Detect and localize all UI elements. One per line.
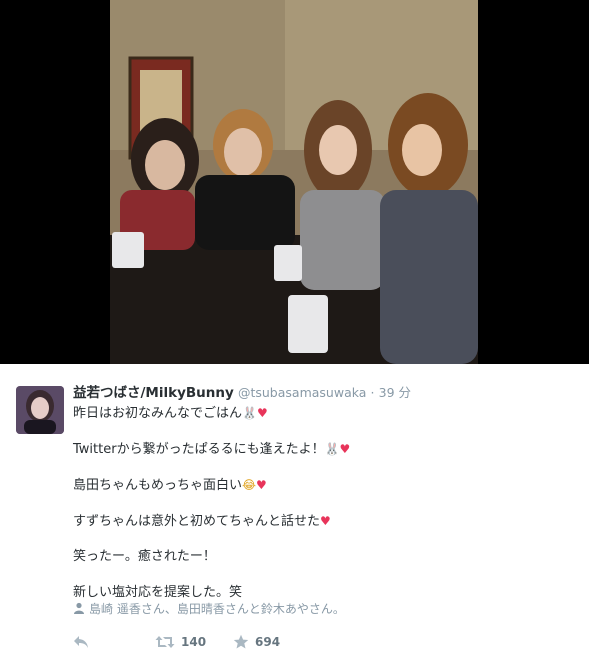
tagged-people[interactable]: 島崎 遥香さん、島田晴香さんと鈴木あやさん。 [73, 601, 345, 617]
display-name[interactable]: 益若つばさ/MilkyBunny [73, 385, 234, 401]
heart-icon: ♥ [256, 406, 268, 420]
tweet-line: 島田ちゃんもめっちゃ面白い😂♥ [73, 476, 573, 494]
person-icon [74, 602, 84, 614]
tweet-photo[interactable] [110, 0, 478, 364]
tweet-line-text: 新しい塩対応を提案した。笑 [73, 585, 243, 600]
reply-button[interactable] [73, 632, 89, 652]
tweet-line: 新しい塩対応を提案した。笑 [73, 584, 573, 602]
tweet: 益若つばさ/MilkyBunny @tsubasamasuwaka · 39 分… [0, 364, 589, 672]
rabbit-icon: 🐰 [242, 406, 257, 420]
tweet-line: Twitterから繋がったぱるるにも逢えたよ！🐰♥ [73, 440, 573, 458]
retweet-count: 140 [181, 635, 207, 649]
tweet-line: 笑ったー。癒されたー！ [73, 548, 573, 566]
reply-icon [74, 636, 88, 648]
photo-illustration [110, 0, 478, 364]
rabbit-icon: 🐰 [324, 442, 340, 456]
heart-icon: ♥ [256, 478, 267, 492]
favorite-count: 694 [255, 635, 281, 649]
retweet-button[interactable]: 140 [155, 632, 206, 652]
tweet-line-text: すずちゃんは意外と初めてちゃんと話せた [73, 514, 321, 529]
tweet-line-text: 昨日はお初なみんなでごはん [73, 406, 243, 421]
user-handle[interactable]: @tsubasamasuwaka [238, 385, 366, 400]
tweet-line: すずちゃんは意外と初めてちゃんと話せた♥ [73, 512, 573, 530]
heart-icon: ♥ [339, 442, 351, 456]
sparkling-heart-icon: ♥ [320, 514, 331, 528]
retweet-icon [155, 636, 175, 648]
tweet-line-text: Twitterから繋がったぱるるにも逢えたよ！ [73, 442, 325, 457]
separator-dot: · [370, 385, 375, 400]
tweet-actions: 140 694 [73, 632, 473, 652]
favorite-button[interactable]: 694 [233, 632, 280, 652]
avatar-image [16, 386, 64, 434]
tweet-text: 昨日はお初なみんなでごはん🐰♥ Twitterから繋がったぱるるにも逢えたよ！🐰… [73, 404, 573, 602]
tweet-timestamp[interactable]: 39 分 [379, 385, 411, 400]
tagged-people-text: 島崎 遥香さん、島田晴香さんと鈴木あやさん。 [89, 602, 345, 616]
tweet-line: 昨日はお初なみんなでごはん🐰♥ [73, 404, 573, 422]
tweet-photo-frame [0, 0, 589, 364]
laughing-face-icon: 😂 [242, 478, 257, 492]
tweet-line-text: 笑ったー。癒されたー！ [73, 549, 216, 564]
avatar[interactable] [16, 386, 64, 434]
tweet-header: 益若つばさ/MilkyBunny @tsubasamasuwaka · 39 分 [73, 384, 573, 403]
tweet-line-text: 島田ちゃんもめっちゃ面白い [73, 478, 243, 493]
star-icon [233, 634, 249, 649]
